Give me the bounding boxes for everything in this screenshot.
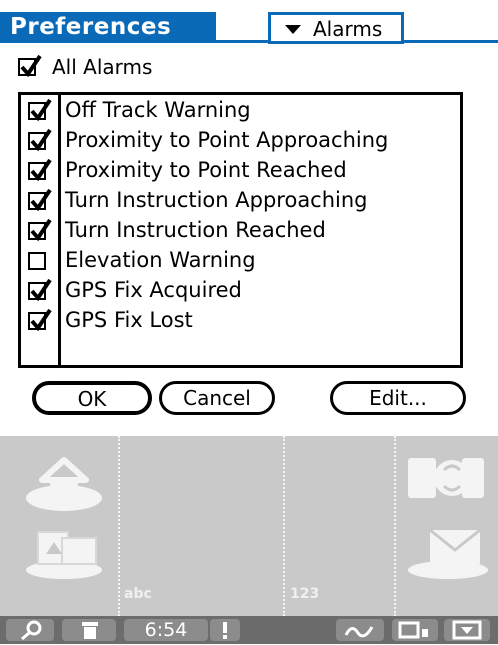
graffiti-divider (283, 436, 285, 616)
list-item[interactable]: GPS Fix Lost (21, 305, 461, 335)
exclamation-icon (223, 622, 227, 639)
checkmark-icon (20, 54, 42, 78)
alarm-checkbox[interactable] (28, 278, 52, 302)
rotate-button[interactable] (444, 619, 490, 641)
graffiti-icon (344, 626, 374, 638)
all-alarms-label[interactable]: All Alarms (52, 55, 152, 79)
alert-button[interactable] (210, 619, 240, 641)
list-item[interactable]: Turn Instruction Approaching (21, 185, 461, 215)
alarm-checkbox[interactable] (28, 308, 52, 332)
list-item[interactable]: Proximity to Point Approaching (21, 125, 461, 155)
alarm-label: Turn Instruction Reached (65, 218, 326, 242)
alarm-label: Elevation Warning (65, 248, 256, 272)
home-icon[interactable] (20, 448, 106, 514)
applications-icon[interactable] (20, 520, 110, 580)
menu-icon (82, 622, 98, 639)
alarm-label: Proximity to Point Reached (65, 158, 347, 182)
graffiti-toggle-button[interactable] (336, 619, 384, 641)
ok-button[interactable]: OK (32, 381, 152, 415)
alarm-label: GPS Fix Lost (65, 308, 193, 332)
edit-button[interactable]: Edit... (330, 381, 466, 415)
checkmark-icon (30, 308, 52, 332)
checkmark-icon (30, 218, 52, 242)
list-item[interactable]: GPS Fix Acquired (21, 275, 461, 305)
input-area-button[interactable] (392, 619, 438, 641)
graffiti-divider (394, 436, 396, 616)
clock[interactable]: 6:54 (124, 619, 208, 641)
search-icon (21, 620, 42, 641)
alarm-label: Off Track Warning (65, 98, 251, 122)
alarm-checkbox[interactable] (28, 128, 52, 152)
all-alarms-checkbox[interactable] (18, 54, 42, 78)
status-bar: 6:54 (0, 616, 498, 644)
menu-button[interactable] (62, 619, 116, 641)
checkmark-icon (30, 188, 52, 212)
cancel-button[interactable]: Cancel (159, 381, 275, 415)
screen-rotate-icon (452, 620, 482, 640)
list-item[interactable]: Elevation Warning (21, 245, 461, 275)
checkmark-icon (30, 278, 52, 302)
mail-icon[interactable] (404, 520, 492, 580)
category-selector-label: Alarms (313, 17, 383, 41)
checkmark-icon (30, 158, 52, 182)
list-item[interactable]: Turn Instruction Reached (21, 215, 461, 245)
title-underline (0, 40, 498, 43)
list-item[interactable]: Proximity to Point Reached (21, 155, 461, 185)
alarm-label: Turn Instruction Approaching (65, 188, 368, 212)
alarm-checkbox[interactable] (28, 218, 52, 242)
alarm-checkbox[interactable] (28, 98, 52, 122)
graffiti-divider (118, 436, 120, 616)
find-button[interactable] (6, 619, 54, 641)
alarm-checkbox[interactable] (28, 188, 52, 212)
sync-icon[interactable] (400, 448, 490, 508)
graffiti-area[interactable]: abc 123 (0, 436, 498, 616)
alarm-list[interactable]: Off Track Warning Proximity to Point App… (18, 92, 463, 368)
alarm-label: GPS Fix Acquired (65, 278, 242, 302)
form-title[interactable]: Preferences (0, 12, 216, 42)
alarm-checkbox[interactable] (28, 158, 52, 182)
graffiti-letters-label: abc (124, 586, 152, 602)
list-item[interactable]: Off Track Warning (21, 95, 461, 125)
checkmark-icon (30, 128, 52, 152)
alarm-checkbox[interactable] (28, 252, 46, 270)
alarm-label: Proximity to Point Approaching (65, 128, 389, 152)
category-selector[interactable]: Alarms (268, 12, 404, 44)
dropdown-arrow-icon (285, 25, 301, 34)
checkmark-icon (30, 98, 52, 122)
graffiti-numbers-label: 123 (290, 586, 320, 602)
input-area-icon (398, 621, 428, 639)
